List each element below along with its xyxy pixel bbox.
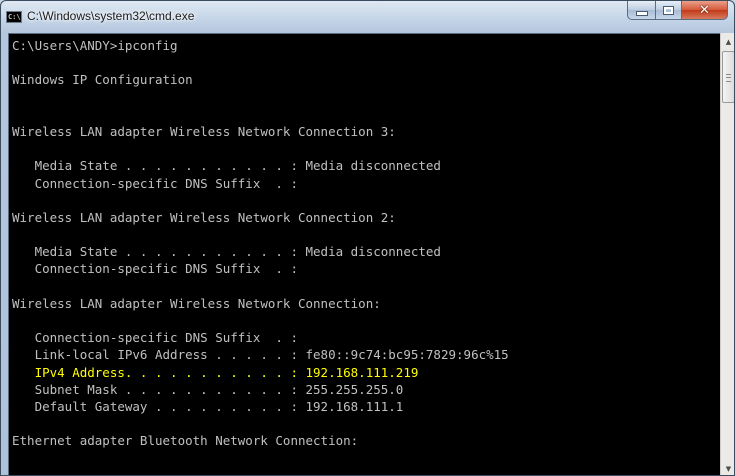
maximize-button[interactable] [655,1,681,20]
close-icon: ✕ [699,2,710,18]
console-line: Wireless LAN adapter Wireless Network Co… [12,295,381,311]
close-button[interactable]: ✕ [681,1,728,20]
console-line: Connection-specific DNS Suffix . : [12,261,298,277]
console-line: IPv4 Address. . . . . . . . . . . : 192.… [12,364,419,380]
console-line: Connection-specific DNS Suffix . : [12,330,298,346]
console-output[interactable]: C:\Users\ANDY>ipconfig Windows IP Configu… [8,33,720,475]
title-bar[interactable]: C:\ C:\Windows\system32\cmd.exe ✕ [1,1,734,33]
console-line: Media State . . . . . . . . . . . : Medi… [12,158,441,174]
scroll-down-arrow-icon[interactable]: ▼ [721,460,734,475]
cmd-icon[interactable]: C:\ [6,11,22,23]
console-line: Connection-specific DNS Suffix . : [12,175,298,191]
console-line: Default Gateway . . . . . . . . . : 192.… [12,398,404,414]
cmd-window: C:\ C:\Windows\system32\cmd.exe ✕ C:\Use… [0,0,735,476]
console-line: Link-local IPv6 Address . . . . . : fe80… [12,347,509,363]
console-line: Ethernet adapter Bluetooth Network Conne… [12,433,359,449]
console-line: Wireless LAN adapter Wireless Network Co… [12,209,396,225]
console-line: Wireless LAN adapter Wireless Network Co… [12,123,396,139]
minimize-button[interactable] [627,1,655,20]
window-title: C:\Windows\system32\cmd.exe [27,9,195,23]
grip-icon [726,74,731,82]
console-lines: C:\Users\ANDY>ipconfig Windows IP Configu… [9,34,720,467]
window-controls: ✕ [627,1,728,21]
vertical-scrollbar[interactable]: ▲ ▼ [720,33,734,475]
console-line: Subnet Mask . . . . . . . . . . . : 255.… [12,381,404,397]
console-line: C:\Users\ANDY>ipconfig [12,38,178,53]
console-line: Media State . . . . . . . . . . . : Medi… [12,244,441,260]
scrollbar-thumb[interactable] [722,51,734,103]
minimize-icon [635,10,648,16]
console-line: Windows IP Configuration [12,72,193,88]
scroll-up-arrow-icon[interactable]: ▲ [721,33,734,50]
maximize-icon [663,5,674,15]
